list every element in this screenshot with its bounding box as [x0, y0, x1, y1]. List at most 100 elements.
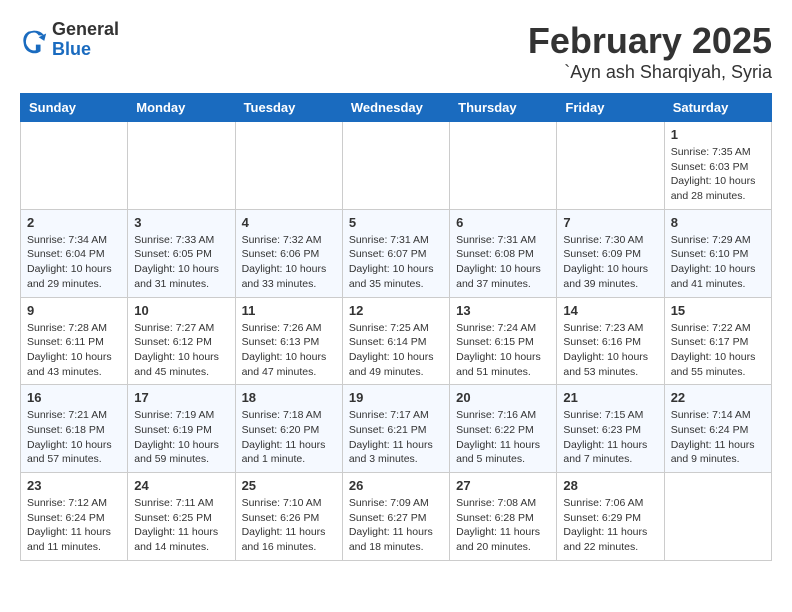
calendar-header-row: SundayMondayTuesdayWednesdayThursdayFrid…: [21, 94, 772, 122]
day-info: Sunrise: 7:28 AM Sunset: 6:11 PM Dayligh…: [27, 321, 121, 380]
day-info: Sunrise: 7:08 AM Sunset: 6:28 PM Dayligh…: [456, 496, 550, 555]
day-info: Sunrise: 7:10 AM Sunset: 6:26 PM Dayligh…: [242, 496, 336, 555]
day-info: Sunrise: 7:24 AM Sunset: 6:15 PM Dayligh…: [456, 321, 550, 380]
calendar-cell: 28 Sunrise: 7:06 AM Sunset: 6:29 PM Dayli…: [557, 473, 664, 561]
day-info: Sunrise: 7:35 AM Sunset: 6:03 PM Dayligh…: [671, 145, 765, 204]
day-info: Sunrise: 7:32 AM Sunset: 6:06 PM Dayligh…: [242, 233, 336, 292]
calendar-cell: 27Sunrise: 7:08 AM Sunset: 6:28 PM Dayli…: [450, 473, 557, 561]
calendar-cell: [21, 122, 128, 210]
day-number: 24: [134, 478, 228, 493]
logo-text: General Blue: [52, 20, 119, 60]
calendar-cell: 4 Sunrise: 7:32 AM Sunset: 6:06 PM Daylig…: [235, 209, 342, 297]
day-number: 3: [134, 215, 228, 230]
calendar-cell: 10 Sunrise: 7:27 AM Sunset: 6:12 PM Dayli…: [128, 297, 235, 385]
calendar-cell: 22Sunrise: 7:14 AM Sunset: 6:24 PM Dayli…: [664, 385, 771, 473]
calendar-cell: [450, 122, 557, 210]
day-number: 4: [242, 215, 336, 230]
calendar-cell: 13 Sunrise: 7:24 AM Sunset: 6:15 PM Dayli…: [450, 297, 557, 385]
calendar-header-wednesday: Wednesday: [342, 94, 449, 122]
calendar-cell: 8Sunrise: 7:29 AM Sunset: 6:10 PM Daylig…: [664, 209, 771, 297]
day-number: 6: [456, 215, 550, 230]
calendar-header-monday: Monday: [128, 94, 235, 122]
calendar: SundayMondayTuesdayWednesdayThursdayFrid…: [20, 93, 772, 561]
day-info: Sunrise: 7:34 AM Sunset: 6:04 PM Dayligh…: [27, 233, 121, 292]
location-title: `Ayn ash Sharqiyah, Syria: [528, 62, 772, 83]
calendar-cell: 7 Sunrise: 7:30 AM Sunset: 6:09 PM Daylig…: [557, 209, 664, 297]
calendar-cell: 24 Sunrise: 7:11 AM Sunset: 6:25 PM Dayli…: [128, 473, 235, 561]
calendar-cell: [664, 473, 771, 561]
logo-blue: Blue: [52, 40, 119, 60]
calendar-cell: 23 Sunrise: 7:12 AM Sunset: 6:24 PM Dayli…: [21, 473, 128, 561]
day-info: Sunrise: 7:26 AM Sunset: 6:13 PM Dayligh…: [242, 321, 336, 380]
day-number: 18: [242, 390, 336, 405]
day-info: Sunrise: 7:06 AM Sunset: 6:29 PM Dayligh…: [563, 496, 657, 555]
day-number: 2: [27, 215, 121, 230]
calendar-cell: [342, 122, 449, 210]
calendar-week-2: 2 Sunrise: 7:34 AM Sunset: 6:04 PM Daylig…: [21, 209, 772, 297]
day-info: Sunrise: 7:17 AM Sunset: 6:21 PM Dayligh…: [349, 408, 443, 467]
calendar-cell: 14 Sunrise: 7:23 AM Sunset: 6:16 PM Dayli…: [557, 297, 664, 385]
day-info: Sunrise: 7:15 AM Sunset: 6:23 PM Dayligh…: [563, 408, 657, 467]
calendar-cell: 12Sunrise: 7:25 AM Sunset: 6:14 PM Dayli…: [342, 297, 449, 385]
calendar-cell: [235, 122, 342, 210]
day-number: 23: [27, 478, 121, 493]
day-info: Sunrise: 7:18 AM Sunset: 6:20 PM Dayligh…: [242, 408, 336, 467]
day-number: 14: [563, 303, 657, 318]
day-number: 26: [349, 478, 443, 493]
calendar-cell: 9 Sunrise: 7:28 AM Sunset: 6:11 PM Daylig…: [21, 297, 128, 385]
day-info: Sunrise: 7:31 AM Sunset: 6:07 PM Dayligh…: [349, 233, 443, 292]
day-number: 9: [27, 303, 121, 318]
day-info: Sunrise: 7:21 AM Sunset: 6:18 PM Dayligh…: [27, 408, 121, 467]
day-info: Sunrise: 7:22 AM Sunset: 6:17 PM Dayligh…: [671, 321, 765, 380]
day-number: 25: [242, 478, 336, 493]
calendar-cell: [557, 122, 664, 210]
day-number: 22: [671, 390, 765, 405]
day-number: 16: [27, 390, 121, 405]
calendar-cell: 18 Sunrise: 7:18 AM Sunset: 6:20 PM Dayli…: [235, 385, 342, 473]
calendar-cell: 3 Sunrise: 7:33 AM Sunset: 6:05 PM Daylig…: [128, 209, 235, 297]
logo: General Blue: [20, 20, 119, 60]
day-number: 28: [563, 478, 657, 493]
day-info: Sunrise: 7:33 AM Sunset: 6:05 PM Dayligh…: [134, 233, 228, 292]
day-number: 15: [671, 303, 765, 318]
calendar-cell: 25 Sunrise: 7:10 AM Sunset: 6:26 PM Dayli…: [235, 473, 342, 561]
calendar-header-saturday: Saturday: [664, 94, 771, 122]
day-number: 17: [134, 390, 228, 405]
title-block: February 2025 `Ayn ash Sharqiyah, Syria: [528, 20, 772, 83]
calendar-cell: 2 Sunrise: 7:34 AM Sunset: 6:04 PM Daylig…: [21, 209, 128, 297]
calendar-cell: 5 Sunrise: 7:31 AM Sunset: 6:07 PM Daylig…: [342, 209, 449, 297]
day-number: 13: [456, 303, 550, 318]
day-number: 10: [134, 303, 228, 318]
calendar-cell: 15 Sunrise: 7:22 AM Sunset: 6:17 PM Dayli…: [664, 297, 771, 385]
calendar-cell: 1Sunrise: 7:35 AM Sunset: 6:03 PM Daylig…: [664, 122, 771, 210]
calendar-cell: 11Sunrise: 7:26 AM Sunset: 6:13 PM Dayli…: [235, 297, 342, 385]
calendar-week-3: 9 Sunrise: 7:28 AM Sunset: 6:11 PM Daylig…: [21, 297, 772, 385]
day-info: Sunrise: 7:27 AM Sunset: 6:12 PM Dayligh…: [134, 321, 228, 380]
month-title: February 2025: [528, 20, 772, 62]
calendar-cell: 17 Sunrise: 7:19 AM Sunset: 6:19 PM Dayli…: [128, 385, 235, 473]
day-info: Sunrise: 7:11 AM Sunset: 6:25 PM Dayligh…: [134, 496, 228, 555]
calendar-header-sunday: Sunday: [21, 94, 128, 122]
day-info: Sunrise: 7:12 AM Sunset: 6:24 PM Dayligh…: [27, 496, 121, 555]
day-number: 5: [349, 215, 443, 230]
day-number: 7: [563, 215, 657, 230]
calendar-header-friday: Friday: [557, 94, 664, 122]
calendar-cell: 20 Sunrise: 7:16 AM Sunset: 6:22 PM Dayli…: [450, 385, 557, 473]
calendar-week-1: 1Sunrise: 7:35 AM Sunset: 6:03 PM Daylig…: [21, 122, 772, 210]
calendar-week-4: 16 Sunrise: 7:21 AM Sunset: 6:18 PM Dayli…: [21, 385, 772, 473]
day-info: Sunrise: 7:31 AM Sunset: 6:08 PM Dayligh…: [456, 233, 550, 292]
logo-icon: [20, 26, 48, 54]
day-number: 20: [456, 390, 550, 405]
calendar-cell: [128, 122, 235, 210]
day-info: Sunrise: 7:30 AM Sunset: 6:09 PM Dayligh…: [563, 233, 657, 292]
day-info: Sunrise: 7:23 AM Sunset: 6:16 PM Dayligh…: [563, 321, 657, 380]
day-number: 19: [349, 390, 443, 405]
day-info: Sunrise: 7:25 AM Sunset: 6:14 PM Dayligh…: [349, 321, 443, 380]
page-header: General Blue February 2025 `Ayn ash Shar…: [20, 20, 772, 83]
day-info: Sunrise: 7:09 AM Sunset: 6:27 PM Dayligh…: [349, 496, 443, 555]
calendar-cell: 19 Sunrise: 7:17 AM Sunset: 6:21 PM Dayli…: [342, 385, 449, 473]
day-info: Sunrise: 7:19 AM Sunset: 6:19 PM Dayligh…: [134, 408, 228, 467]
day-info: Sunrise: 7:29 AM Sunset: 6:10 PM Dayligh…: [671, 233, 765, 292]
day-info: Sunrise: 7:16 AM Sunset: 6:22 PM Dayligh…: [456, 408, 550, 467]
calendar-cell: 16 Sunrise: 7:21 AM Sunset: 6:18 PM Dayli…: [21, 385, 128, 473]
